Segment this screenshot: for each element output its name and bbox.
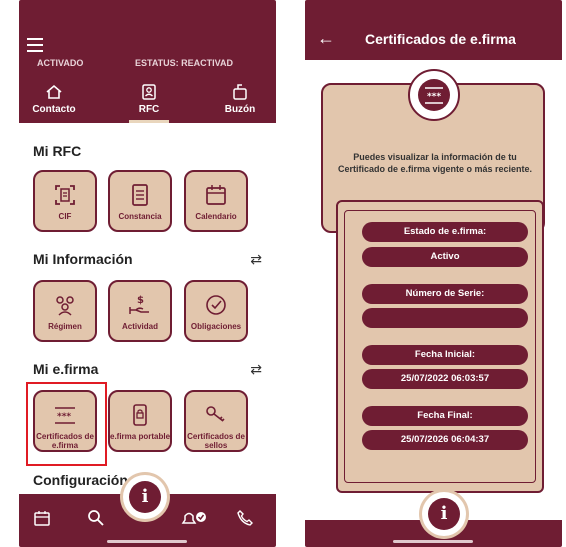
section-title-configuracion: Configuración	[33, 472, 128, 488]
calendar-icon[interactable]	[32, 508, 52, 528]
list-document-icon	[132, 184, 148, 206]
info-icon: i	[129, 481, 161, 513]
tile-label: Actividad	[121, 322, 158, 331]
mailbox-icon	[233, 84, 247, 100]
section-title-mi-informacion: Mi Información	[33, 251, 133, 267]
home-indicator	[107, 540, 187, 543]
tile-label: Obligaciones	[190, 322, 242, 331]
tile-obligaciones[interactable]: Obligaciones	[184, 280, 248, 342]
check-circle-icon	[206, 295, 226, 315]
description-text: Puedes visualizar la información de tu C…	[337, 152, 533, 174]
tile-label: Certificados de sellos	[187, 432, 245, 450]
status-banner: ACTIVADO ESTATUS: REACTIVAD	[19, 58, 276, 74]
status-item-estatus: ESTATUS: REACTIVAD	[135, 58, 233, 68]
tile-label: e.firma portable	[110, 432, 171, 441]
field-label-fecha-inicial: Fecha Inicial:	[362, 345, 528, 365]
svg-text:$: $	[137, 295, 144, 306]
selection-highlight	[26, 382, 107, 466]
tile-label: Régimen	[48, 322, 82, 331]
back-arrow-icon[interactable]: ←	[317, 28, 335, 49]
home-icon	[46, 84, 62, 99]
field-label-estado: Estado de e.firma:	[362, 222, 528, 242]
field-value-numero-serie	[362, 308, 528, 328]
tile-label: Constancia	[118, 212, 162, 221]
app-header: ← Certificados de e.firma	[305, 0, 562, 60]
phone-icon[interactable]	[235, 508, 255, 528]
tab-label: RFC	[138, 104, 160, 115]
tile-actividad[interactable]: $ Actividad	[108, 280, 172, 342]
info-icon: i	[428, 498, 460, 530]
badge-label: ***	[427, 92, 441, 102]
calendar-icon	[206, 185, 226, 205]
field-value-fecha-inicial: 25/07/2022 06:03:57	[362, 369, 528, 389]
tab-bar: Contacto RFC Buzón	[19, 78, 276, 123]
section-title-mi-efirma: Mi e.firma	[33, 361, 99, 377]
field-value-fecha-final: 25/07/2026 06:04:37	[362, 430, 528, 450]
tile-calendario[interactable]: Calendario	[184, 170, 248, 232]
menu-icon[interactable]	[27, 38, 43, 52]
certificados-efirma-screen: ← Certificados de e.firma Puedes visuali…	[305, 0, 562, 547]
app-header: ACTIVADO ESTATUS: REACTIVAD Contacto RFC	[19, 0, 276, 123]
people-icon	[56, 296, 74, 316]
field-value-estado: Activo	[362, 247, 528, 267]
hand-money-icon: $	[129, 295, 149, 314]
tab-label: Buzón	[224, 104, 256, 115]
field-label-fecha-final: Fecha Final:	[362, 406, 528, 426]
section-title-mi-rfc: Mi RFC	[33, 143, 82, 159]
swap-arrows-icon[interactable]: ⇄	[250, 361, 262, 378]
id-card-icon	[142, 84, 156, 100]
portable-device-icon	[133, 404, 147, 426]
info-fab-button[interactable]: i	[123, 475, 167, 519]
page-title: Certificados de e.firma	[365, 31, 516, 47]
rfc-screen: ACTIVADO ESTATUS: REACTIVAD Contacto RFC	[19, 0, 276, 547]
tab-rfc[interactable]: RFC	[114, 78, 184, 123]
swap-arrows-icon[interactable]: ⇄	[250, 251, 262, 268]
tab-contacto[interactable]: Contacto	[19, 78, 89, 123]
tile-label: Calendario	[195, 212, 237, 221]
tile-regimen[interactable]: Régimen	[33, 280, 97, 342]
tab-label: Contacto	[32, 104, 76, 115]
document-scan-icon	[55, 185, 75, 205]
key-icon	[206, 406, 225, 422]
certificate-icon: ***	[418, 79, 450, 111]
tile-efirma-portable[interactable]: e.firma portable	[108, 390, 172, 452]
tile-certificados-sellos[interactable]: Certificados de sellos	[184, 390, 248, 452]
home-indicator	[393, 540, 473, 543]
tile-constancia[interactable]: Constancia	[108, 170, 172, 232]
tile-label: CIF	[58, 212, 72, 221]
search-icon[interactable]	[86, 508, 106, 528]
status-item-activado: ACTIVADO	[37, 58, 84, 68]
tab-buzon[interactable]: Buzón	[205, 78, 275, 123]
notification-check-icon[interactable]	[179, 508, 207, 528]
main-content: Mi RFC CIF Constancia Calendario Mi Info…	[19, 123, 276, 501]
certificate-badge: ***	[408, 69, 460, 121]
tile-cif[interactable]: CIF	[33, 170, 97, 232]
info-fab-button[interactable]: i	[422, 492, 466, 536]
field-label-numero-serie: Número de Serie:	[362, 284, 528, 304]
main-content: Puedes visualizar la información de tu C…	[305, 60, 562, 520]
